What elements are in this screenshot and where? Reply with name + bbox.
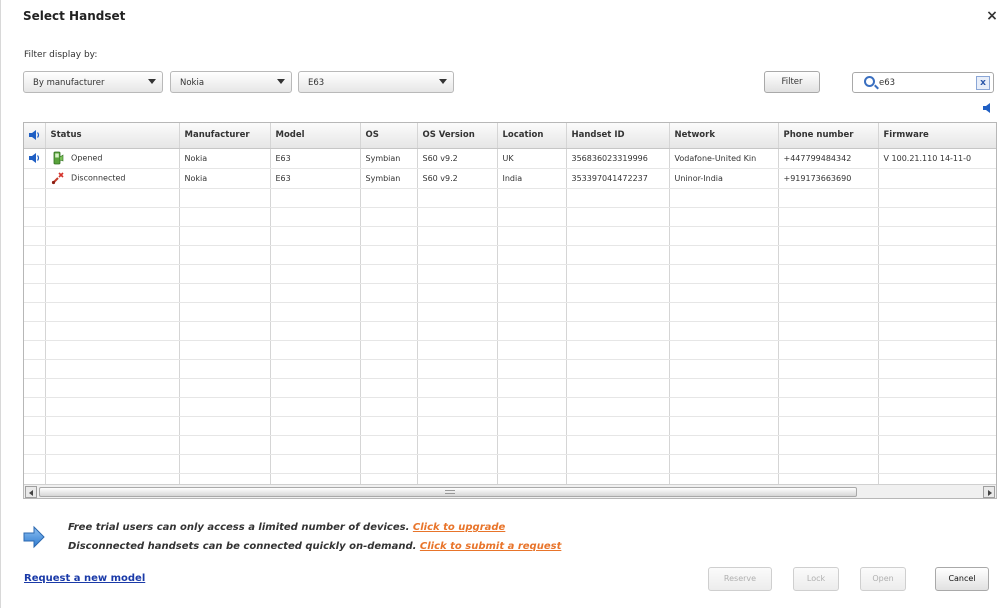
- empty-row: [24, 454, 996, 474]
- scroll-left-icon[interactable]: [25, 486, 37, 498]
- empty-row: [24, 264, 996, 284]
- network-cell: Uninor-India: [669, 168, 779, 189]
- submit-request-link[interactable]: Click to submit a request: [420, 541, 561, 552]
- empty-row: [24, 226, 996, 246]
- table-header-row: Status Manufacturer Model OS OS Version …: [24, 123, 996, 149]
- disconnected-notice: Disconnected handsets can be connected q…: [68, 541, 561, 552]
- table-row[interactable]: Disconnected Nokia E63 Symbian S60 v9.2 …: [24, 168, 996, 189]
- filter-label: Filter display by:: [24, 50, 98, 60]
- location-cell: UK: [497, 148, 567, 169]
- empty-row: [24, 245, 996, 265]
- trial-notice-text: Free trial users can only access a limit…: [68, 522, 410, 533]
- table-row[interactable]: Opened Nokia E63 Symbian S60 v9.2 UK 356…: [24, 148, 996, 169]
- manufacturer-dropdown[interactable]: Nokia: [170, 71, 292, 93]
- filter-type-value: By manufacturer: [33, 78, 105, 88]
- manufacturer-cell: Nokia: [179, 168, 271, 189]
- empty-row: [24, 340, 996, 360]
- phone-cell: +447799484342: [778, 148, 879, 169]
- status-text: Opened: [71, 153, 103, 163]
- col-header-firmware[interactable]: Firmware: [878, 123, 996, 149]
- col-header-os-version[interactable]: OS Version: [417, 123, 498, 149]
- upgrade-link[interactable]: Click to upgrade: [413, 522, 505, 533]
- model-value: E63: [308, 78, 325, 88]
- location-cell: India: [497, 168, 567, 189]
- col-header-network[interactable]: Network: [669, 123, 779, 149]
- filter-button[interactable]: Filter: [764, 71, 820, 93]
- row-speaker-cell: [24, 168, 46, 189]
- opened-handset-icon: [53, 151, 63, 165]
- request-new-model-link[interactable]: Request a new model: [24, 573, 145, 584]
- model-cell: E63: [270, 148, 361, 169]
- trial-notice: Free trial users can only access a limit…: [68, 522, 505, 533]
- empty-row: [24, 302, 996, 322]
- manufacturer-cell: Nokia: [179, 148, 271, 169]
- speaker-icon[interactable]: [983, 103, 995, 113]
- col-header-os[interactable]: OS: [360, 123, 418, 149]
- status-cell: Disconnected: [45, 168, 180, 189]
- chevron-down-icon: [148, 79, 156, 84]
- search-input[interactable]: [879, 76, 969, 90]
- speaker-icon: [29, 130, 40, 140]
- handset-table: Status Manufacturer Model OS OS Version …: [23, 122, 997, 499]
- filter-type-dropdown[interactable]: By manufacturer: [23, 71, 163, 93]
- empty-row: [24, 283, 996, 303]
- speaker-icon: [29, 153, 40, 163]
- chevron-down-icon: [277, 79, 285, 84]
- disconnected-handset-icon: [51, 172, 64, 185]
- os-cell: Symbian: [360, 168, 418, 189]
- close-icon[interactable]: ×: [984, 7, 1000, 25]
- scrollbar-thumb[interactable]: [39, 487, 857, 497]
- empty-row: [24, 207, 996, 227]
- col-header-phone-number[interactable]: Phone number: [778, 123, 879, 149]
- col-header-handset-id[interactable]: Handset ID: [566, 123, 670, 149]
- network-cell: Vodafone-United Kin: [669, 148, 779, 169]
- dialog-titlebar: Select Handset ×: [1, 0, 1001, 34]
- grip-icon: [445, 490, 455, 494]
- model-dropdown[interactable]: E63: [298, 71, 454, 93]
- arrow-right-icon: [23, 525, 45, 549]
- empty-row: [24, 378, 996, 398]
- handset-id-cell: 356836023319996: [566, 148, 670, 169]
- empty-row: [24, 359, 996, 379]
- empty-row: [24, 416, 996, 436]
- col-header-manufacturer[interactable]: Manufacturer: [179, 123, 271, 149]
- select-handset-dialog: Select Handset × Filter display by: By m…: [0, 0, 1001, 608]
- reserve-button[interactable]: Reserve: [708, 567, 772, 591]
- open-button[interactable]: Open: [860, 567, 906, 591]
- chevron-down-icon: [439, 79, 447, 84]
- os-version-cell: S60 v9.2: [417, 168, 498, 189]
- col-header-model[interactable]: Model: [270, 123, 361, 149]
- col-header-status[interactable]: Status: [45, 123, 180, 149]
- empty-row: [24, 321, 996, 341]
- clear-search-icon[interactable]: x: [976, 76, 990, 90]
- manufacturer-value: Nokia: [180, 78, 205, 88]
- search-icon: [864, 76, 875, 87]
- firmware-cell: [878, 168, 996, 189]
- handset-id-cell: 353397041472237: [566, 168, 670, 189]
- empty-row: [24, 435, 996, 455]
- search-box: x: [852, 72, 994, 93]
- col-header-location[interactable]: Location: [497, 123, 567, 149]
- dialog-title: Select Handset: [23, 9, 126, 23]
- firmware-cell: V 100.21.110 14-11-0: [878, 148, 996, 169]
- disconnected-notice-text: Disconnected handsets can be connected q…: [68, 541, 417, 552]
- empty-row: [24, 188, 996, 208]
- phone-cell: +919173663690: [778, 168, 879, 189]
- model-cell: E63: [270, 168, 361, 189]
- row-speaker-cell[interactable]: [24, 148, 46, 169]
- status-cell: Opened: [45, 148, 180, 169]
- lock-button[interactable]: Lock: [793, 567, 839, 591]
- col-header-speaker[interactable]: [24, 123, 46, 149]
- os-version-cell: S60 v9.2: [417, 148, 498, 169]
- status-text: Disconnected: [71, 173, 126, 183]
- os-cell: Symbian: [360, 148, 418, 169]
- cancel-button[interactable]: Cancel: [935, 567, 989, 591]
- horizontal-scrollbar[interactable]: [24, 484, 996, 498]
- scroll-right-icon[interactable]: [983, 486, 995, 498]
- empty-row: [24, 397, 996, 417]
